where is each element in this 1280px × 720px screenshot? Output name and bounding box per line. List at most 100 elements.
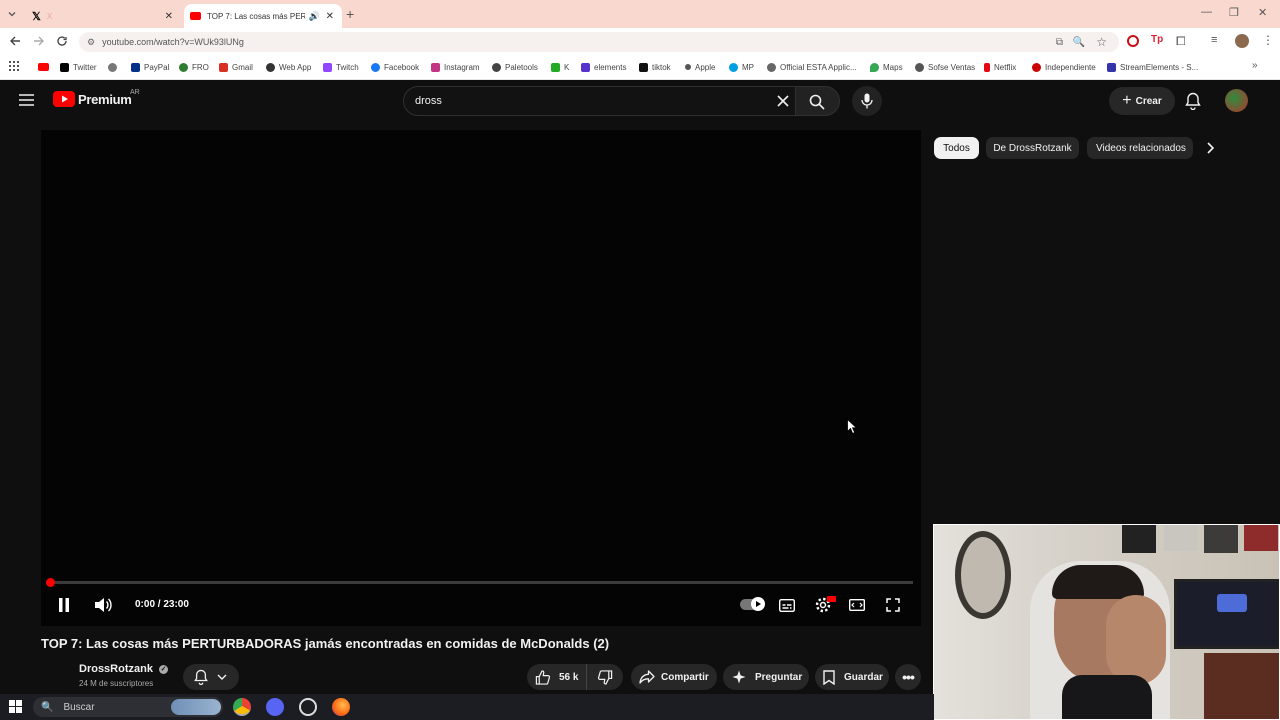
minimize-button[interactable]: — [1201, 6, 1212, 18]
bookmark-k[interactable]: K [551, 60, 569, 74]
discord-taskbar-icon[interactable] [266, 698, 284, 716]
like-button[interactable]: 56 k [527, 664, 587, 690]
channel-avatar[interactable] [41, 662, 71, 692]
taskbar-search-input[interactable]: 🔍 Buscar [33, 697, 223, 717]
search-input[interactable]: dross [403, 86, 796, 116]
globe-icon [108, 62, 117, 72]
tab-x[interactable]: 𝕏 X ✕ [26, 4, 181, 28]
bookmark-generic[interactable] [108, 60, 121, 74]
chip-related-videos[interactable]: Videos relacionados [1087, 137, 1193, 159]
progress-bar[interactable] [50, 581, 913, 584]
close-tab-icon[interactable]: ✕ [326, 11, 334, 22]
voice-search-button[interactable] [852, 86, 882, 116]
bookmark-paypal[interactable]: PayPal [131, 60, 169, 74]
create-button[interactable]: + Crear [1109, 87, 1175, 115]
settings-button[interactable] [813, 596, 836, 614]
back-arrow-icon[interactable] [8, 35, 22, 47]
pause-button[interactable] [56, 597, 72, 613]
bookmark-fro[interactable]: FRO [179, 60, 209, 74]
youtube-icon [38, 63, 49, 71]
bookmark-facebook[interactable]: Facebook [371, 60, 419, 74]
bookmark-maps[interactable]: Maps [870, 60, 903, 74]
region-code: AR [130, 89, 140, 96]
ask-label: Preguntar [755, 671, 803, 683]
zoom-icon[interactable]: 🔍 [1073, 37, 1085, 48]
bookmark-label: Official ESTA Applic... [780, 62, 857, 72]
search-button[interactable] [796, 86, 840, 116]
volume-button[interactable] [93, 596, 113, 614]
windows-start-icon[interactable] [9, 700, 22, 713]
theater-mode-button[interactable] [848, 597, 866, 613]
site-info-icon[interactable]: ⚙ [87, 37, 95, 48]
tab-audio-icon[interactable]: 🔊 [309, 11, 320, 22]
hamburger-menu-icon[interactable] [19, 94, 34, 106]
scrubber-handle[interactable] [46, 578, 55, 587]
chrome-taskbar-icon[interactable] [233, 698, 251, 716]
bookmark-label: Facebook [384, 62, 420, 72]
reload-icon[interactable] [56, 35, 68, 47]
elements-icon [581, 62, 590, 72]
apps-grid-icon[interactable] [9, 61, 19, 71]
maps-pin-icon [870, 62, 879, 72]
bookmark-mp[interactable]: MP [729, 60, 754, 74]
bookmark-sofse[interactable]: Sofse Ventas [915, 60, 975, 74]
bookmark-netflix[interactable]: Netflix [984, 60, 1016, 74]
bookmark-streamelements[interactable]: StreamElements - S... [1107, 60, 1198, 74]
autoplay-toggle[interactable] [740, 596, 765, 611]
bookmark-tiktok[interactable]: tiktok [639, 60, 671, 74]
tab-title: X [46, 11, 53, 21]
notifications-bell-icon[interactable] [1185, 92, 1201, 110]
obs-taskbar-icon[interactable] [299, 698, 317, 716]
bookmark-youtube[interactable] [38, 60, 53, 74]
share-button[interactable]: Compartir [631, 664, 717, 690]
more-actions-button[interactable]: ••• [895, 664, 921, 690]
bookmark-twitter[interactable]: Twitter [60, 60, 97, 74]
channel-name-text: DrossRotzank [79, 663, 153, 675]
video-player[interactable] [41, 130, 921, 626]
esta-icon [767, 62, 776, 72]
chevron-down-icon [217, 674, 227, 680]
bookmark-webapp[interactable]: Web App [266, 60, 311, 74]
dislike-button[interactable] [587, 664, 623, 690]
bookmark-apple[interactable]: Apple [685, 60, 715, 74]
tab-search-chevron-icon[interactable] [6, 8, 18, 20]
bookmark-esta[interactable]: Official ESTA Applic... [767, 60, 857, 74]
firefox-taskbar-icon[interactable] [332, 698, 350, 716]
close-window-button[interactable]: ✕ [1258, 6, 1267, 19]
more-bookmarks-chevron-icon[interactable]: » [1252, 60, 1258, 71]
tab-youtube-active[interactable]: TOP 7: Las cosas más PERTU 🔊 ✕ [184, 4, 342, 28]
bookmark-label: Twitter [73, 62, 97, 72]
chip-from-channel[interactable]: De DrossRotzank [986, 137, 1079, 159]
bookmark-paletools[interactable]: Paletools [492, 60, 538, 74]
bookmark-instagram[interactable]: Instagram [431, 60, 480, 74]
translate-extension-icon[interactable]: Tp [1151, 34, 1163, 45]
chips-next-chevron-icon[interactable] [1203, 140, 1217, 156]
maximize-button[interactable]: ❐ [1229, 6, 1239, 19]
media-control-icon[interactable]: ≡ [1211, 34, 1217, 46]
bookmark-gmail[interactable]: Gmail [219, 60, 253, 74]
opera-extension-icon[interactable] [1127, 35, 1139, 47]
fullscreen-button[interactable] [884, 596, 902, 614]
bookmark-elements[interactable]: elements [581, 60, 626, 74]
new-tab-button[interactable]: + [346, 6, 354, 22]
close-tab-icon[interactable]: ✕ [165, 11, 173, 22]
save-button[interactable]: Guardar [815, 664, 889, 690]
channel-name[interactable]: DrossRotzank ✓ [79, 663, 169, 675]
url-bar[interactable]: ⚙ youtube.com/watch?v=WUk93lUNg ⧉ 🔍 ☆ [79, 32, 1119, 52]
account-avatar[interactable] [1225, 89, 1248, 112]
browser-menu-icon[interactable]: ⋮ [1262, 33, 1274, 47]
chip-all[interactable]: Todos [934, 137, 979, 159]
bookmark-independiente[interactable]: Independiente [1032, 60, 1096, 74]
subtitles-button[interactable] [778, 597, 796, 613]
youtube-premium-logo[interactable]: Premium [53, 91, 132, 107]
clear-search-icon[interactable] [776, 94, 790, 108]
profile-avatar[interactable] [1235, 34, 1249, 48]
install-app-icon[interactable]: ⧉ [1056, 37, 1063, 48]
subscribed-notifications-button[interactable] [183, 664, 239, 690]
bookmark-star-icon[interactable]: ☆ [1096, 35, 1107, 49]
forward-arrow-icon[interactable] [32, 35, 46, 47]
bookmark-twitch[interactable]: Twitch [323, 60, 359, 74]
ask-button[interactable]: Preguntar [723, 664, 809, 690]
bookmark-label: K [564, 62, 570, 72]
extensions-puzzle-icon[interactable]: ⧠ [1176, 34, 1186, 49]
